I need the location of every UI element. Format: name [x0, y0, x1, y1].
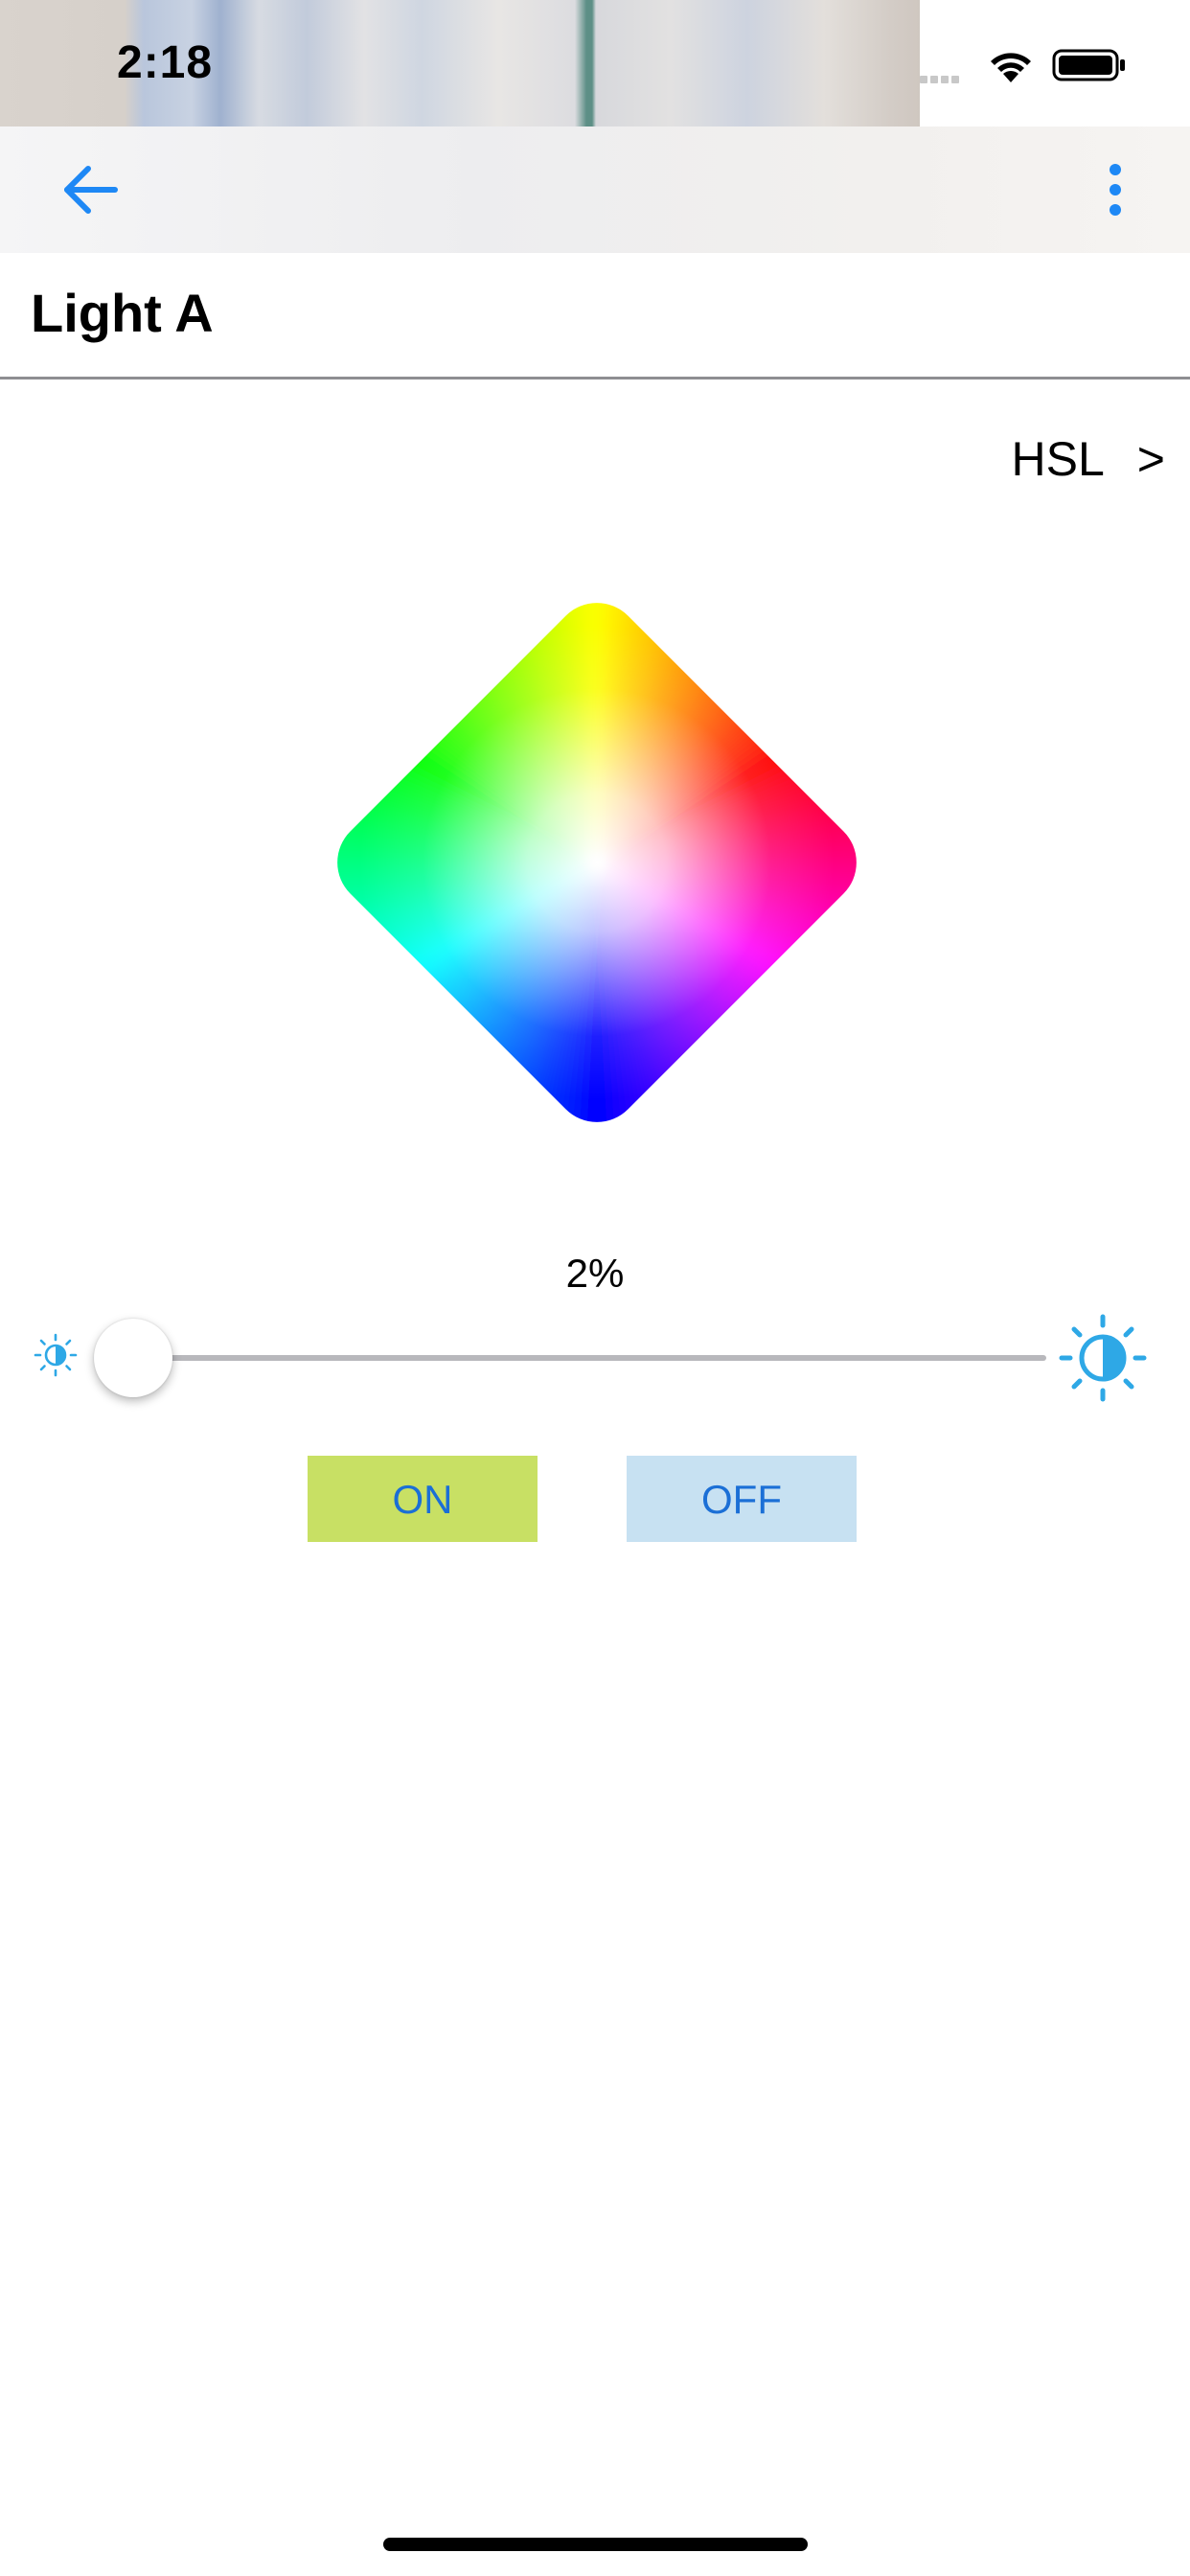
brightness-low-icon[interactable]	[33, 1332, 79, 1378]
color-mode-label: HSL	[1011, 432, 1105, 486]
page-title: Light A	[31, 283, 214, 343]
cellular-signal-icon	[920, 71, 970, 83]
navigation-bar	[0, 126, 1190, 253]
hue-saturation-area	[319, 585, 875, 1140]
status-bar: 2:18	[0, 0, 1190, 126]
status-time: 2:18	[117, 37, 214, 88]
arrow-left-icon	[64, 166, 118, 214]
title-divider	[0, 377, 1190, 380]
back-button[interactable]	[56, 155, 128, 224]
brightness-value: 2%	[565, 1251, 625, 1296]
battery-icon	[1052, 49, 1125, 81]
wifi-icon	[991, 53, 1031, 82]
chevron-right-icon: >	[1136, 432, 1165, 486]
brightness-slider[interactable]	[94, 1319, 1046, 1397]
color-wheel-picker[interactable]	[286, 551, 908, 1174]
more-options-button[interactable]	[1092, 155, 1138, 224]
home-indicator[interactable]	[383, 2538, 808, 2551]
light-control-screen: 2:18 Light A HSL > 2% ON OFF	[0, 0, 1190, 2576]
on-button[interactable]: ON	[308, 1456, 538, 1542]
off-button[interactable]: OFF	[627, 1456, 857, 1542]
brightness-high-icon[interactable]	[1058, 1313, 1148, 1403]
vertical-ellipsis-icon	[1110, 164, 1121, 216]
brightness-slider-thumb[interactable]	[94, 1319, 173, 1397]
color-mode-switch[interactable]: HSL >	[1012, 431, 1165, 487]
